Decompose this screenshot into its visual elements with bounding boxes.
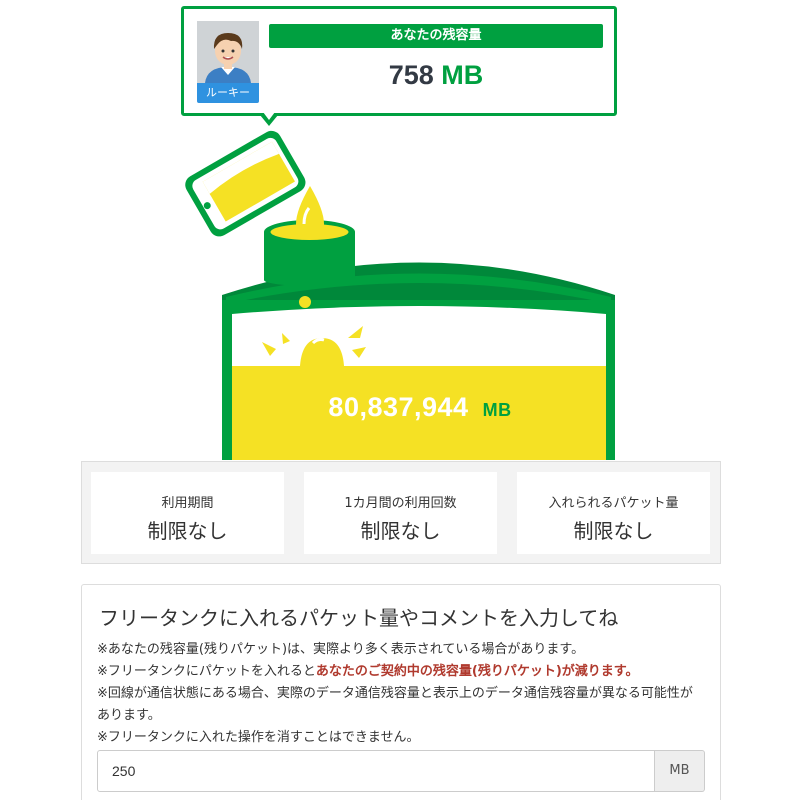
rank-badge: ルーキー <box>197 83 259 103</box>
limit-usage-period: 利用期間 制限なし <box>91 472 284 554</box>
limits-panel: 利用期間 制限なし 1カ月間の利用回数 制限なし 入れられるパケット量 制限なし <box>81 461 721 564</box>
tank-total-display: 80,837,944 MB <box>232 392 608 423</box>
tank-total-unit: MB <box>482 400 512 420</box>
tank-total-value: 80,837,944 <box>328 392 469 422</box>
packet-amount-input[interactable] <box>97 750 655 792</box>
balance-value: 758 <box>388 60 434 90</box>
limit-value: 制限なし <box>147 519 228 543</box>
limit-label: 利用期間 <box>161 496 214 511</box>
limit-monthly-uses: 1カ月間の利用回数 制限なし <box>304 472 497 554</box>
balance-heading: あなたの残容量 <box>269 24 603 48</box>
free-tank-page: ルーキー あなたの残容量 758 MB 80,837,944 MB 利用期間 制… <box>0 0 800 800</box>
limit-packet-amount: 入れられるパケット量 制限なし <box>517 472 710 554</box>
balance-value-display: 758 MB <box>269 60 603 91</box>
limit-value: 制限なし <box>360 519 441 543</box>
user-avatar <box>197 21 259 83</box>
amount-input-group: MB <box>97 750 705 792</box>
limit-label: 入れられるパケット量 <box>548 496 679 511</box>
note-communication-state: ※回線が通信状態にある場合、実際のデータ通信残容量と表示上のデータ通信残容量が異… <box>97 686 693 723</box>
form-title: フリータンクに入れるパケット量やコメントを入力してね <box>99 606 619 630</box>
amount-unit-addon: MB <box>655 750 705 792</box>
note-irreversible: ※フリータンクに入れた操作を消すことはできません。 <box>97 730 420 745</box>
balance-unit: MB <box>441 60 484 90</box>
balance-warning: あなたのご契約中の残容量(残りパケット)が減ります。 <box>315 664 639 679</box>
limit-label: 1カ月間の利用回数 <box>344 496 457 511</box>
note-display-difference: ※あなたの残容量(残りパケット)は、実際より多く表示されている場合があります。 <box>97 642 585 657</box>
avatar-icon <box>197 21 259 83</box>
note-balance-decrease: ※フリータンクにパケットを入れるとあなたのご契約中の残容量(残りパケット)が減り… <box>97 664 639 679</box>
falling-drop <box>296 186 324 238</box>
limit-value: 制限なし <box>573 519 654 543</box>
notes: ※あなたの残容量(残りパケット)は、実際より多く表示されている場合があります。 … <box>97 639 705 749</box>
deposit-form: フリータンクに入れるパケット量やコメントを入力してね ※あなたの残容量(残りパケ… <box>81 584 721 800</box>
